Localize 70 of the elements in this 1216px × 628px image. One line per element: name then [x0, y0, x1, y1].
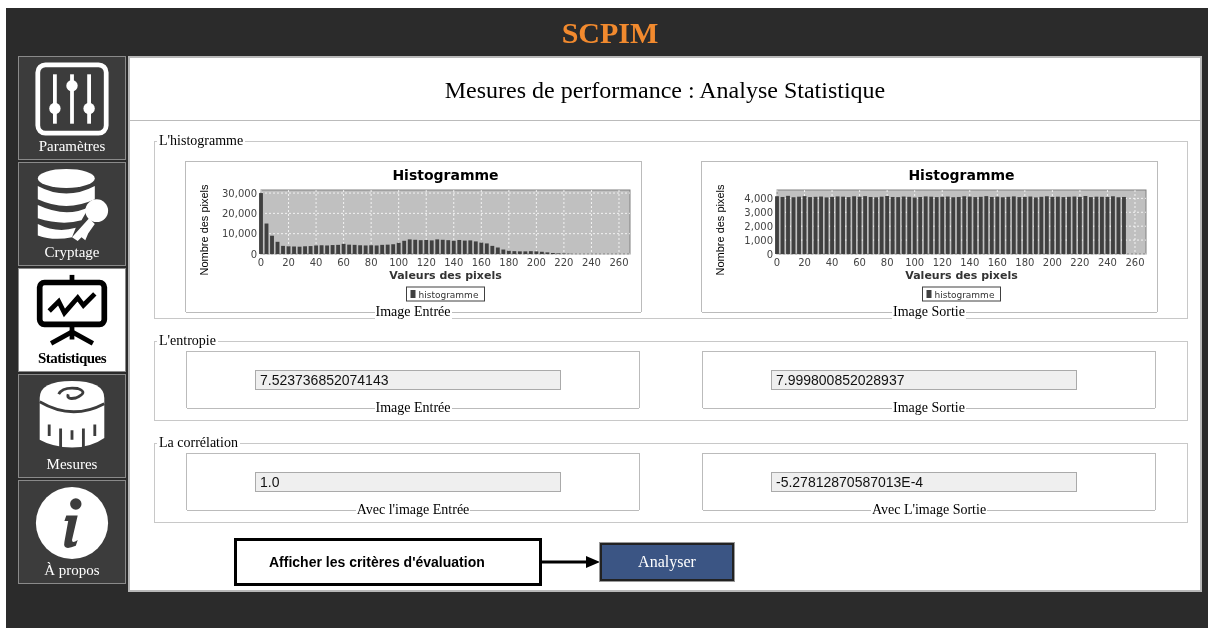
x-tick-label: 260 [1124, 257, 1145, 268]
x-tick-label: 120 [416, 257, 436, 268]
x-tick-label: 100 [388, 257, 408, 268]
y-tick-label: 0 [766, 248, 773, 260]
value-field[interactable]: 7.523736852074143 [255, 370, 561, 390]
box-caption: Avec l'image Entrée [355, 502, 471, 518]
y-tick-label: 3,000 [743, 206, 773, 218]
x-axis-label: Valeurs des pixels [904, 269, 1018, 282]
y-axis-label: Nombre des pixels [713, 184, 726, 276]
x-tick-label: 60 [336, 257, 350, 268]
section-legend: L'histogramme [157, 133, 246, 149]
x-tick-label: 120 [932, 257, 952, 268]
x-tick-label: 80 [880, 257, 893, 268]
x-tick-label: 200 [1042, 257, 1062, 268]
y-tick-label: 2,000 [743, 220, 773, 232]
x-tick-label: 180 [498, 257, 518, 268]
box-caption: Image Entrée [374, 304, 452, 320]
chart-title: Histogramme [391, 167, 499, 183]
y-tick-label: 20,000 [221, 207, 257, 219]
app-title: SCPIM [561, 15, 659, 51]
legend-label: histogramme [418, 290, 479, 300]
box-caption: Avec L'image Sortie [870, 502, 988, 518]
section-legend: L'entropie [157, 333, 218, 349]
y-tick-label: 10,000 [221, 228, 257, 240]
x-tick-label: 240 [581, 257, 601, 268]
x-tick-label: 20 [281, 257, 295, 268]
x-tick-label: 60 [852, 257, 866, 268]
x-tick-label: 260 [608, 257, 629, 268]
sidebar-item[interactable]: Statistiques [18, 268, 126, 372]
sidebar-item[interactable]: À propos [18, 480, 126, 584]
arrow-icon [542, 555, 600, 569]
y-tick-label: 0 [250, 248, 257, 260]
x-tick-label: 220 [1069, 257, 1089, 268]
x-tick-label: 100 [904, 257, 924, 268]
chart-legend: histogramme [405, 286, 485, 302]
y-tick-label: 30,000 [221, 187, 257, 199]
x-tick-label: 20 [797, 257, 811, 268]
x-tick-label: 160 [987, 257, 1007, 268]
x-tick-label: 40 [309, 257, 322, 268]
x-tick-label: 240 [1097, 257, 1117, 268]
y-axis-label: Nombre des pixels [197, 184, 210, 276]
x-tick-label: 220 [553, 257, 573, 268]
x-tick-label: 140 [959, 257, 979, 268]
legend-label: histogramme [934, 290, 995, 300]
y-tick-label: 1,000 [743, 234, 773, 246]
value-field[interactable]: 1.0 [255, 472, 561, 492]
value-field[interactable]: -5.27812870587013E-4 [771, 472, 1077, 492]
sidebar-item[interactable]: Paramètres [18, 56, 126, 160]
value-field[interactable]: 7.999800852028937 [771, 370, 1077, 390]
chart-legend: histogramme [921, 286, 1001, 302]
x-tick-label: 0 [257, 257, 264, 268]
sidebar-item[interactable]: Cryptage [18, 162, 126, 266]
chart-title: Histogramme [907, 167, 1015, 183]
box-caption: Image Entrée [374, 400, 452, 416]
box-caption: Image Sortie [892, 400, 966, 416]
x-tick-label: 140 [443, 257, 463, 268]
x-tick-label: 200 [526, 257, 546, 268]
x-tick-label: 160 [471, 257, 491, 268]
x-tick-label: 180 [1014, 257, 1034, 268]
sidebar-item[interactable]: Mesures [18, 374, 126, 478]
x-tick-label: 0 [773, 257, 780, 268]
section-legend: La corrélation [157, 435, 240, 451]
x-tick-label: 40 [825, 257, 838, 268]
analyze-button[interactable]: Analyser [600, 543, 734, 581]
y-tick-label: 4,000 [743, 192, 773, 204]
x-axis-label: Valeurs des pixels [388, 269, 502, 282]
page-title: Mesures de performance : Analyse Statistique [130, 58, 1200, 121]
box-caption: Image Sortie [892, 304, 966, 320]
annotation-box: Afficher les critères d'évaluation [234, 538, 542, 586]
x-tick-label: 80 [364, 257, 377, 268]
